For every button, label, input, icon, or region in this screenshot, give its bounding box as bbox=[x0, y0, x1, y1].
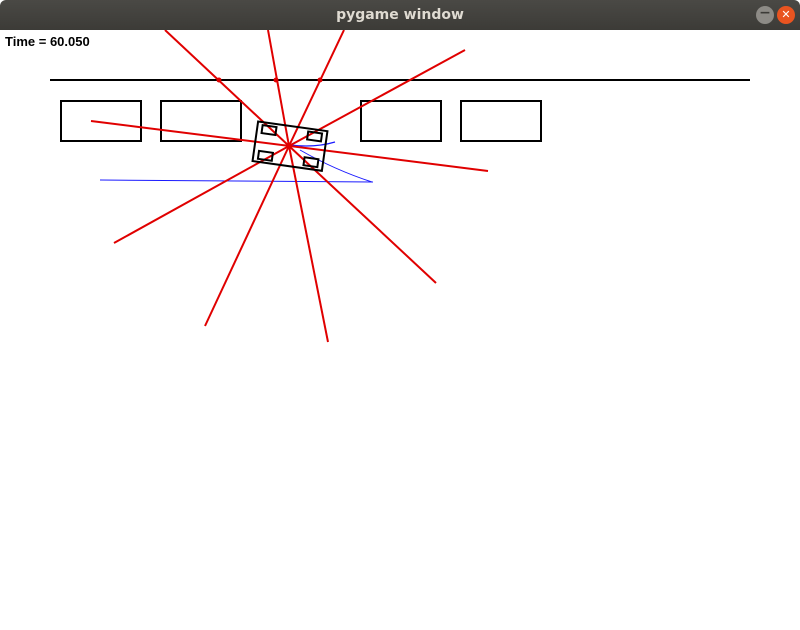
sensor-ray bbox=[288, 30, 345, 147]
minimize-button[interactable]: − bbox=[756, 6, 774, 24]
app-window: pygame window − ✕ Time = 60.050 bbox=[0, 0, 800, 630]
vehicle-wheel bbox=[305, 130, 324, 143]
sensor-ray bbox=[204, 145, 290, 327]
simulation-scene bbox=[50, 30, 750, 343]
window-title: pygame window bbox=[336, 7, 464, 23]
ray-hit-point bbox=[317, 77, 323, 83]
ray-hit-point bbox=[216, 77, 222, 83]
sensor-ray bbox=[113, 145, 290, 244]
vehicle-center-marker bbox=[286, 143, 292, 149]
reference-path bbox=[99, 179, 374, 183]
parked-car-3 bbox=[360, 100, 442, 142]
simulation-canvas[interactable]: Time = 60.050 bbox=[0, 30, 800, 630]
parked-car-4 bbox=[460, 100, 542, 142]
close-icon: ✕ bbox=[781, 8, 791, 21]
ray-hit-point bbox=[273, 77, 279, 83]
sensor-ray bbox=[288, 145, 329, 343]
parked-car-1 bbox=[60, 100, 142, 142]
time-value: 60.050 bbox=[49, 34, 90, 49]
minimize-icon: − bbox=[759, 5, 771, 21]
time-label: Time = bbox=[5, 34, 50, 49]
sensor-rays bbox=[90, 30, 489, 343]
time-readout: Time = 60.050 bbox=[5, 34, 90, 49]
title-bar[interactable]: pygame window − ✕ bbox=[0, 0, 800, 30]
close-button[interactable]: ✕ bbox=[777, 6, 795, 24]
